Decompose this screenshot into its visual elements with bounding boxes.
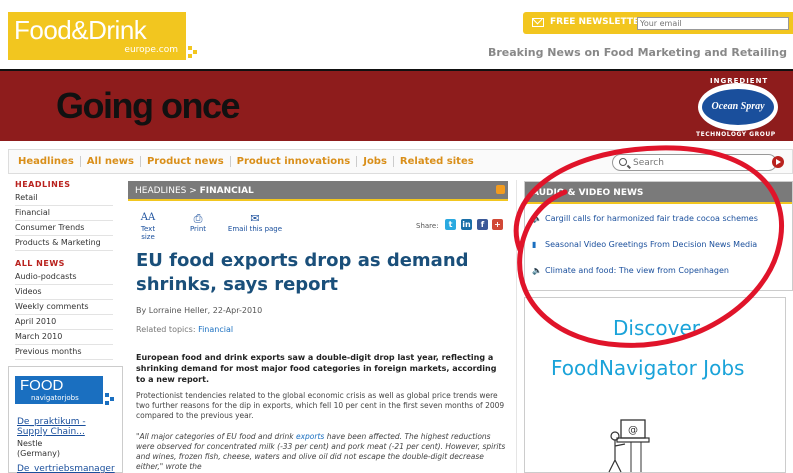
rss-icon[interactable] <box>496 185 505 194</box>
breadcrumb-page: FINANCIAL <box>199 186 254 196</box>
speaker-icon: 🔈 <box>532 266 542 275</box>
article-headline: EU food exports drop as demand shrinks, … <box>136 250 469 295</box>
newsletter-signup: FREE NEWSLETTER <box>523 12 793 34</box>
text-size-icon: AA <box>140 212 156 223</box>
email-tool[interactable]: ✉ Email this page <box>224 212 286 233</box>
breadcrumb: HEADLINES > FINANCIAL <box>128 181 508 201</box>
search-go-button[interactable] <box>772 156 784 168</box>
logo-subtitle: europe.com <box>124 45 178 55</box>
sidebar-item-march-2010[interactable]: March 2010 <box>15 330 113 345</box>
jobs-widget: FOOD navigatorjobs De_praktikum - Supply… <box>8 366 123 473</box>
person-at-computer-illustration: @ <box>608 419 650 473</box>
av-item-seasonal[interactable]: ▮ Seasonal Video Greetings From Decision … <box>532 240 772 250</box>
search-box <box>612 154 777 171</box>
ocean-spray-logo: INGREDIENT Ocean Spray TECHNOLOGY GROUP <box>690 77 786 139</box>
email-label: Email this page <box>227 225 283 233</box>
paragraph-2-pre: "All major categories of EU food and dri… <box>136 432 296 441</box>
promo-line-1: Discover <box>613 316 700 340</box>
related-topics-label: Related topics: <box>136 325 199 334</box>
nav-related-sites[interactable]: Related sites <box>392 156 480 167</box>
share-label: Share: <box>416 222 439 230</box>
exports-link[interactable]: exports <box>296 432 324 441</box>
badge-brand: Ocean Spray <box>702 89 774 125</box>
text-size-tool[interactable]: AA Text size <box>136 212 160 241</box>
text-size-label: Text size <box>140 225 156 241</box>
sidebar-headlines-title: HEADLINES <box>15 180 71 189</box>
foodnavigator-jobs-ad[interactable]: Discover FoodNavigator Jobs @ <box>524 297 786 473</box>
sidebar-item-products-marketing[interactable]: Products & Marketing <box>15 236 113 251</box>
nav-product-innovations[interactable]: Product innovations <box>229 156 357 167</box>
av-item-label: Cargill calls for harmonized fair trade … <box>545 214 758 223</box>
banner-slogan: Going once <box>56 85 241 126</box>
sidebar-item-videos[interactable]: Videos <box>15 285 113 300</box>
column-divider <box>516 180 517 473</box>
sidebar-item-consumer-trends[interactable]: Consumer Trends <box>15 221 113 236</box>
share-more-icon[interactable]: + <box>492 219 503 230</box>
envelope-icon <box>532 18 544 27</box>
audio-video-header: AUDIO & VIDEO NEWS <box>525 182 792 204</box>
twitter-icon[interactable]: t <box>445 219 456 230</box>
av-item-label: Seasonal Video Greetings From Decision N… <box>545 240 758 249</box>
logo-dots-decoration <box>188 46 198 58</box>
jobs-logo-small: navigatorjobs <box>31 394 79 402</box>
av-item-cargill[interactable]: 🔈 Cargill calls for harmonized fair trade… <box>532 214 772 224</box>
search-icon <box>619 158 627 166</box>
job-link-1[interactable]: De_praktikum - Supply Chain... <box>17 417 117 437</box>
video-icon: ▮ <box>532 240 537 249</box>
article-lead: European food and drink exports saw a do… <box>136 353 497 384</box>
nav-headlines[interactable]: Headlines <box>18 156 80 167</box>
audio-video-panel: AUDIO & VIDEO NEWS 🔈 Cargill calls for ha… <box>524 181 793 291</box>
ad-banner[interactable]: Going once INGREDIENT Ocean Spray TECHNO… <box>0 69 793 141</box>
newsletter-email-input[interactable] <box>637 17 789 30</box>
newsletter-label: FREE NEWSLETTER <box>550 17 647 27</box>
main-nav: Headlines All news Product news Product … <box>8 149 793 174</box>
article-paragraph-2: "All major categories of EU food and dri… <box>136 432 506 472</box>
jobs-logo-big: FOOD <box>20 377 64 394</box>
job-link-2[interactable]: De_vertriebsmanager <box>17 464 115 473</box>
sidebar-item-april-2010[interactable]: April 2010 <box>15 315 113 330</box>
sidebar-item-retail[interactable]: Retail <box>15 191 113 206</box>
sidebar-item-weekly-comments[interactable]: Weekly comments <box>15 300 113 315</box>
job-company-1: Nestle (Germany) <box>17 439 60 459</box>
article-byline: By Lorraine Heller, 22-Apr-2010 <box>136 306 263 315</box>
sidebar-item-previous-months[interactable]: Previous months <box>15 345 113 360</box>
audio-video-title: AUDIO & VIDEO NEWS <box>532 188 644 198</box>
badge-bottom-text: TECHNOLOGY GROUP <box>696 131 776 138</box>
speaker-icon: 🔈 <box>532 214 542 223</box>
related-topics: Related topics: Financial <box>136 325 233 334</box>
print-icon: ⎙ <box>193 212 203 225</box>
nav-product-news[interactable]: Product news <box>139 156 230 167</box>
foodnavigator-jobs-logo[interactable]: FOOD navigatorjobs <box>15 376 103 404</box>
logo-name: Food&Drink <box>14 15 147 45</box>
breadcrumb-section[interactable]: HEADLINES > <box>135 186 200 196</box>
linkedin-icon[interactable]: in <box>461 219 472 230</box>
job-company-country: (Germany) <box>17 449 61 458</box>
sidebar-item-audio-podcasts[interactable]: Audio-podcasts <box>15 270 113 285</box>
site-tagline: Breaking News on Food Marketing and Reta… <box>487 46 787 59</box>
print-tool[interactable]: ⎙ Print <box>188 212 208 233</box>
article-paragraph-1: Protectionist tendencies related to the … <box>136 391 505 420</box>
print-label: Print <box>189 225 207 233</box>
av-item-climate[interactable]: 🔈 Climate and food: The view from Copenha… <box>532 266 772 276</box>
promo-line-2: FoodNavigator Jobs <box>551 356 745 380</box>
nav-jobs[interactable]: Jobs <box>356 156 393 167</box>
svg-text:@: @ <box>628 425 638 436</box>
av-item-label: Climate and food: The view from Copenhag… <box>545 266 729 275</box>
site-logo[interactable]: Food&Drink europe.com <box>8 12 186 60</box>
sidebar-item-financial[interactable]: Financial <box>15 206 113 221</box>
facebook-icon[interactable]: f <box>477 219 488 230</box>
sidebar-allnews-title: ALL NEWS <box>15 259 65 268</box>
left-sidebar: HEADLINES Retail Financial Consumer Tren… <box>15 180 113 368</box>
nav-all-news[interactable]: All news <box>79 156 140 167</box>
search-input[interactable] <box>633 157 763 168</box>
job-company-name: Nestle <box>17 439 43 448</box>
related-topic-link[interactable]: Financial <box>198 325 233 334</box>
email-icon: ✉ <box>250 212 260 225</box>
